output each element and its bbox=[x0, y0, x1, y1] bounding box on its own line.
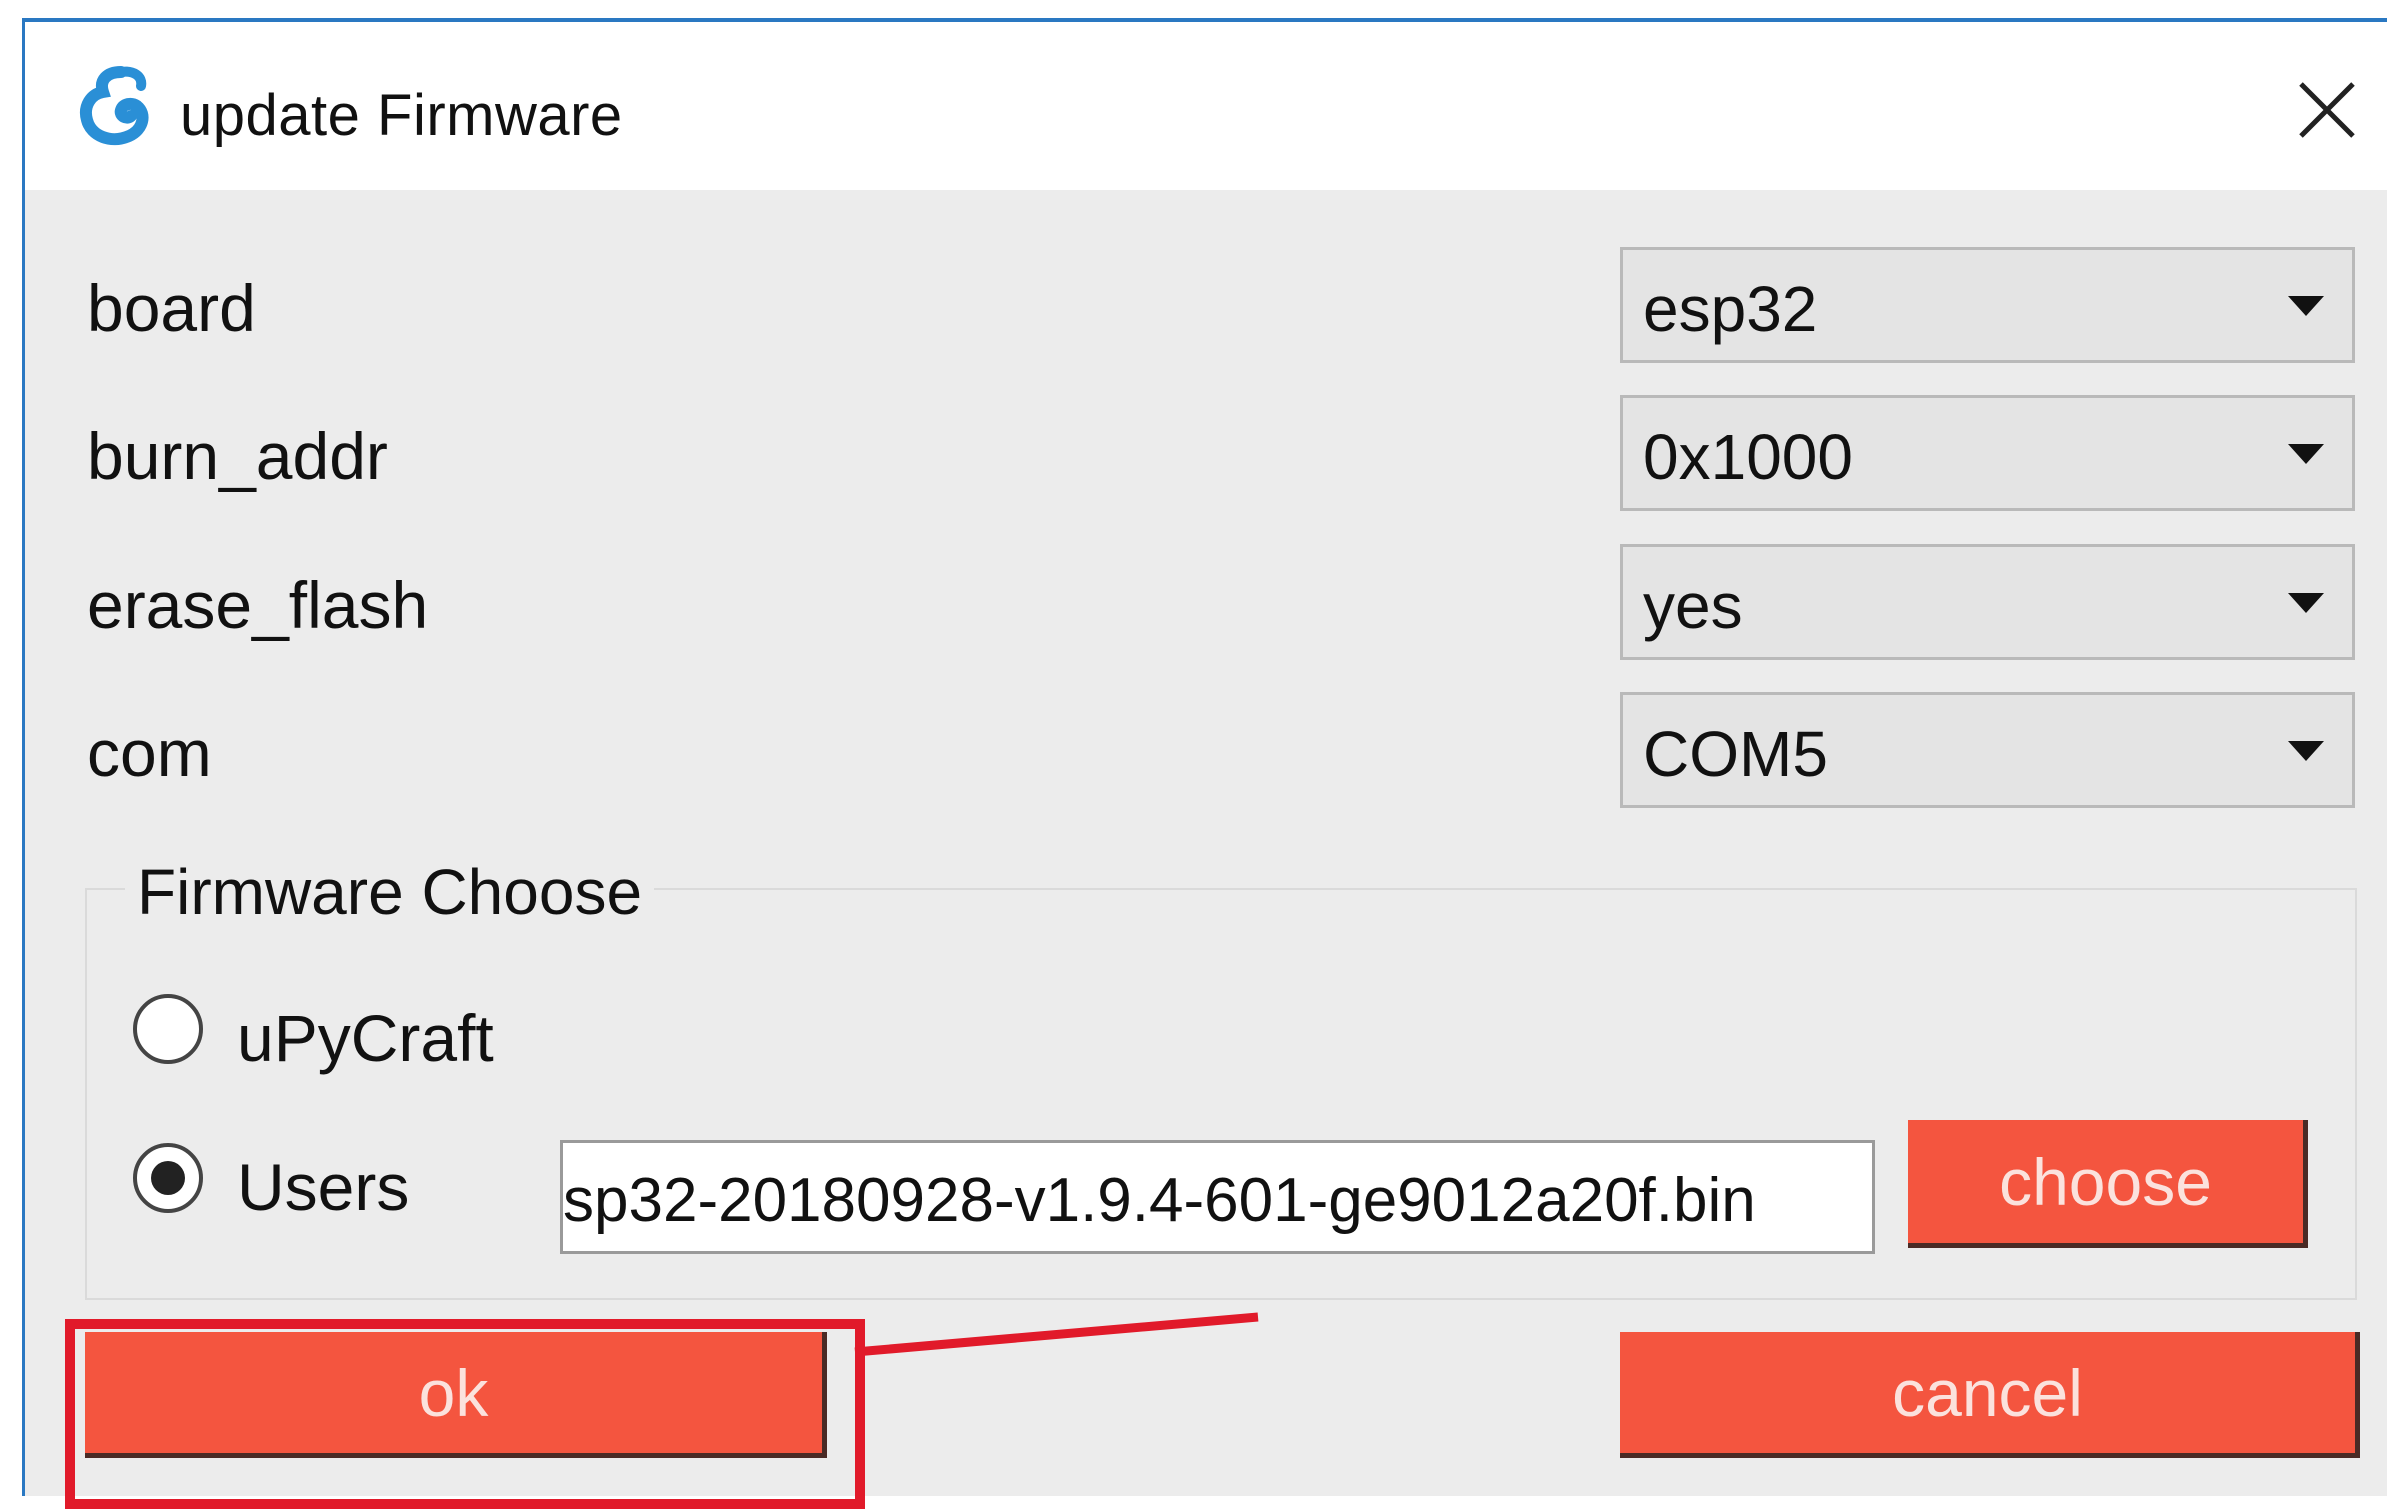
annotation-highlight-box bbox=[65, 1319, 865, 1509]
erase-flash-select[interactable]: yes bbox=[1620, 544, 2355, 660]
radio-users[interactable] bbox=[133, 1143, 203, 1213]
burn-addr-select-value: 0x1000 bbox=[1643, 421, 1853, 493]
dropdown-caret-icon bbox=[2288, 741, 2324, 761]
title-bar: update Firmware bbox=[25, 22, 2387, 190]
upycraft-logo-icon bbox=[80, 66, 149, 146]
radio-users-label: Users bbox=[237, 1150, 410, 1224]
board-label: board bbox=[87, 271, 256, 345]
burn-addr-label: burn_addr bbox=[87, 419, 388, 493]
update-firmware-dialog: update Firmware board esp32 burn_addr 0x… bbox=[22, 18, 2387, 1509]
radio-upycraft-label: uPyCraft bbox=[237, 1001, 494, 1075]
board-select-value: esp32 bbox=[1643, 273, 1818, 345]
com-label: com bbox=[87, 716, 212, 790]
firmware-path-field[interactable]: sp32-20180928-v1.9.4-601-ge9012a20f.bin bbox=[560, 1140, 1875, 1254]
choose-button[interactable]: choose bbox=[1908, 1120, 2308, 1248]
erase-flash-select-value: yes bbox=[1643, 570, 1743, 642]
close-icon bbox=[2299, 82, 2355, 138]
radio-upycraft[interactable] bbox=[133, 994, 203, 1064]
burn-addr-select[interactable]: 0x1000 bbox=[1620, 395, 2355, 511]
erase-flash-label: erase_flash bbox=[87, 568, 429, 642]
dropdown-caret-icon bbox=[2288, 593, 2324, 613]
dropdown-caret-icon bbox=[2288, 444, 2324, 464]
com-select[interactable]: COM5 bbox=[1620, 692, 2355, 808]
cancel-button[interactable]: cancel bbox=[1620, 1332, 2360, 1458]
dropdown-caret-icon bbox=[2288, 296, 2324, 316]
radio-selected-dot bbox=[151, 1161, 185, 1195]
com-select-value: COM5 bbox=[1643, 718, 1828, 790]
close-button[interactable] bbox=[2287, 70, 2367, 150]
board-select[interactable]: esp32 bbox=[1620, 247, 2355, 363]
firmware-choose-title: Firmware Choose bbox=[125, 855, 655, 929]
firmware-path-value: sp32-20180928-v1.9.4-601-ge9012a20f.bin bbox=[563, 1166, 1756, 1235]
window-title: update Firmware bbox=[180, 83, 623, 148]
